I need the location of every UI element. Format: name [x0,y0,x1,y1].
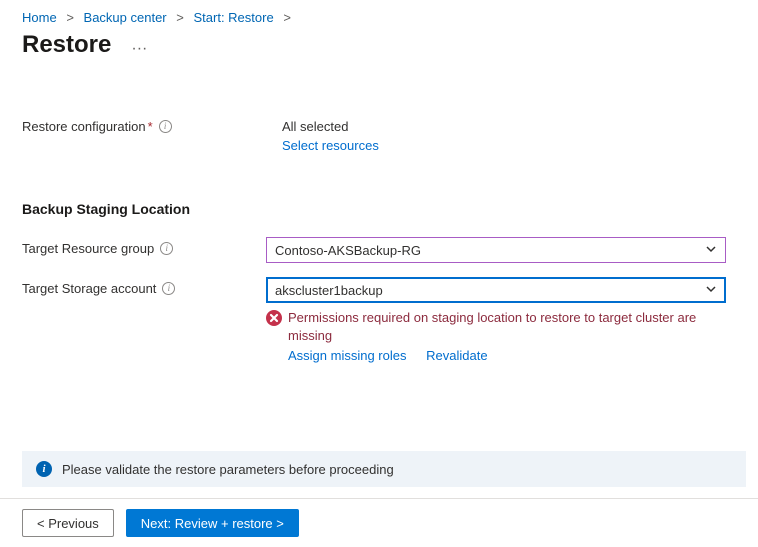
target-resource-group-dropdown[interactable]: Contoso-AKSBackup-RG [266,237,726,263]
label-target-resource-group: Target Resource group i [22,237,266,256]
info-icon: i [36,461,52,477]
label-text: Target Storage account [22,281,156,296]
chevron-down-icon [705,283,717,298]
info-banner-text: Please validate the restore parameters b… [62,462,394,477]
title-row: Restore ··· [0,27,758,59]
footer: < Previous Next: Review + restore > [0,498,758,547]
error-links: Assign missing roles Revalidate [266,348,726,363]
next-review-restore-button[interactable]: Next: Review + restore > [126,509,299,537]
breadcrumb-backup-center[interactable]: Backup center [84,10,167,25]
error-icon [266,310,282,326]
dropdown-value: akscluster1backup [275,283,383,298]
revalidate-link[interactable]: Revalidate [426,348,487,363]
chevron-right-icon: > [66,10,74,25]
info-icon[interactable]: i [162,282,175,295]
chevron-right-icon: > [176,10,184,25]
breadcrumb: Home > Backup center > Start: Restore > [0,0,758,27]
info-icon[interactable]: i [160,242,173,255]
label-text: Restore configuration [22,119,146,134]
info-banner: i Please validate the restore parameters… [22,451,746,487]
section-heading-staging: Backup Staging Location [22,201,736,217]
chevron-right-icon: > [283,10,291,25]
info-icon[interactable]: i [159,120,172,133]
form-area: Restore configuration * i All selected S… [0,59,758,363]
field-target-storage-account: Target Storage account i akscluster1back… [22,277,736,363]
target-storage-account-dropdown[interactable]: akscluster1backup [266,277,726,303]
select-resources-link[interactable]: Select resources [282,138,726,153]
restore-config-value: All selected [282,115,726,134]
label-restore-configuration: Restore configuration * i [22,115,282,134]
more-button[interactable]: ··· [131,41,147,57]
dropdown-value: Contoso-AKSBackup-RG [275,243,421,258]
required-asterisk: * [148,119,153,134]
assign-missing-roles-link[interactable]: Assign missing roles [288,348,407,363]
label-target-storage-account: Target Storage account i [22,277,266,296]
field-restore-configuration: Restore configuration * i All selected S… [22,115,736,153]
breadcrumb-start-restore[interactable]: Start: Restore [193,10,273,25]
error-text: Permissions required on staging location… [288,309,726,344]
validation-error: Permissions required on staging location… [266,309,726,344]
previous-button[interactable]: < Previous [22,509,114,537]
field-target-resource-group: Target Resource group i Contoso-AKSBacku… [22,237,736,265]
breadcrumb-home[interactable]: Home [22,10,57,25]
page-title: Restore [22,31,111,59]
label-text: Target Resource group [22,241,154,256]
chevron-down-icon [705,243,717,258]
